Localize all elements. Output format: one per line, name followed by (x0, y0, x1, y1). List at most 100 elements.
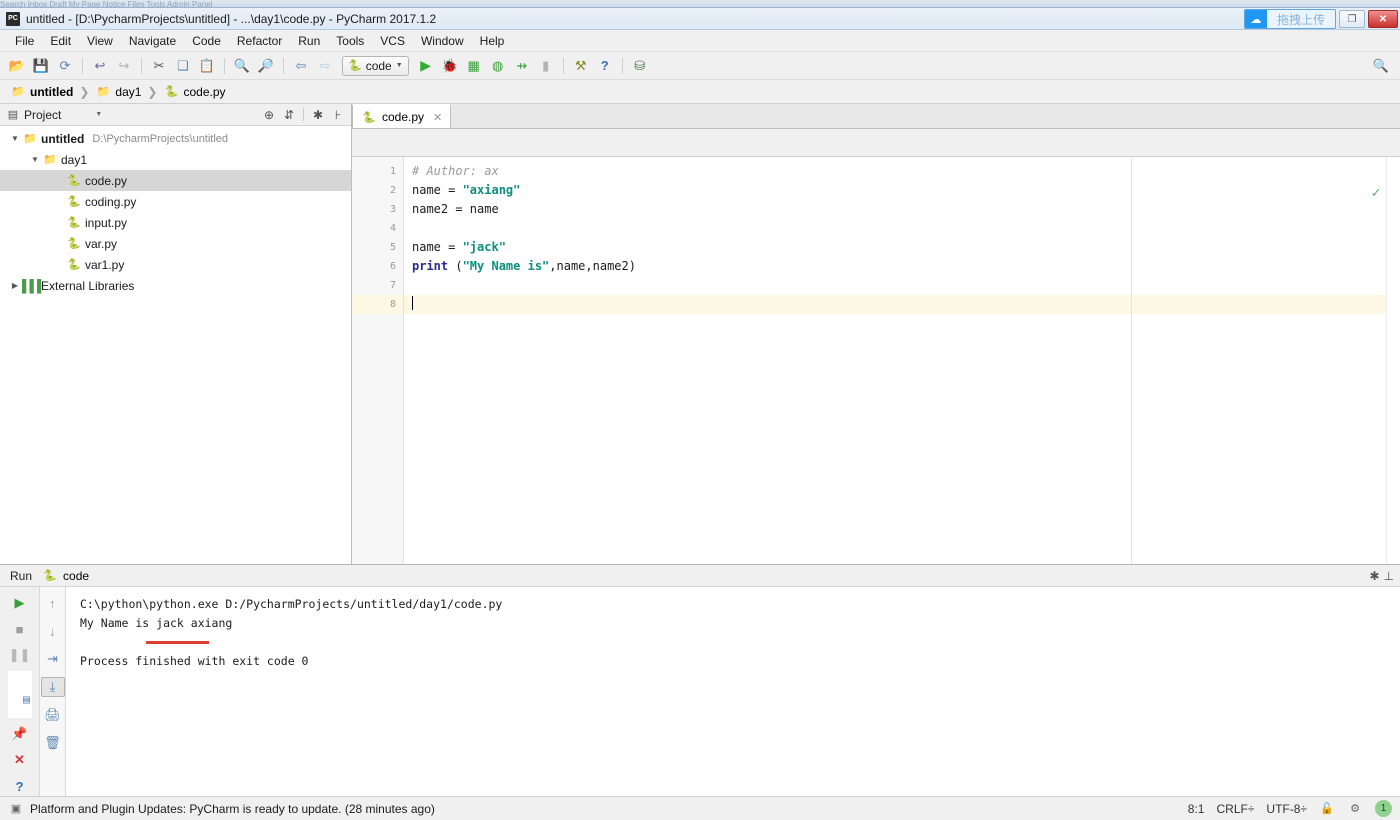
red-underline-annotation (146, 641, 209, 644)
tree-row-input-py[interactable]: ▸ 🐍 input.py (0, 212, 351, 233)
down-arrow-icon[interactable]: ↓ (41, 621, 65, 641)
coverage-icon[interactable]: ▦ (463, 55, 485, 77)
tree-row-coding-py[interactable]: ▸ 🐍 coding.py (0, 191, 351, 212)
cut-icon[interactable]: ✂ (148, 55, 170, 77)
attach-icon[interactable]: ⇸ (511, 55, 533, 77)
debug-icon[interactable]: 🐞 (439, 55, 461, 77)
menu-file[interactable]: File (8, 32, 41, 50)
hide-panel-icon[interactable]: ⊥ (1384, 569, 1394, 583)
inspection-ok-check-icon[interactable]: ✓ (1372, 185, 1380, 201)
code-line-5: name = "jack" (404, 238, 1386, 257)
menu-navigate[interactable]: Navigate (122, 32, 183, 50)
chevron-down-icon[interactable]: ▼ (95, 111, 102, 118)
undo-icon[interactable]: ↩ (89, 55, 111, 77)
soft-wrap-icon[interactable]: ⇥ (41, 649, 65, 669)
redo-icon[interactable]: ↪ (113, 55, 135, 77)
tree-row-untitled[interactable]: ▼ 📁 untitled D:\PycharmProjects\untitled (0, 128, 351, 149)
help-icon[interactable]: ? (594, 55, 616, 77)
python-icon: 🐍 (362, 111, 376, 124)
locate-target-icon[interactable]: ⊕ (260, 108, 278, 122)
menu-window[interactable]: Window (414, 32, 471, 50)
tree-row-code-py[interactable]: ▸ 🐍 code.py (0, 170, 351, 191)
search-everywhere-icon[interactable]: 🔍 (1370, 55, 1392, 77)
save-all-icon[interactable]: 💾 (30, 55, 52, 77)
chevron-expanded-icon[interactable]: ▼ (28, 155, 42, 164)
folder-icon: 📁 (43, 154, 57, 166)
copy-icon[interactable]: ❏ (172, 55, 194, 77)
breadcrumb-item-day1[interactable]: 📁 day1 (95, 84, 142, 99)
menu-code[interactable]: Code (185, 32, 228, 50)
rerun-icon[interactable]: ▶ (8, 593, 32, 613)
code-text-area[interactable]: # Author: ax name = "axiang" name2 = nam… (404, 157, 1386, 564)
stop-icon[interactable]: ▮ (535, 55, 557, 77)
clear-all-icon[interactable]: 🗑 (41, 733, 65, 753)
tree-indent-spacer: ▸ (52, 176, 66, 185)
notification-badge[interactable]: 1 (1375, 800, 1392, 817)
menu-run[interactable]: Run (291, 32, 327, 50)
close-icon[interactable]: ✕ (433, 111, 442, 124)
breadcrumb-item-code-py[interactable]: 🐍 code.py (163, 85, 226, 99)
menu-view[interactable]: View (80, 32, 120, 50)
pin-tab-icon[interactable]: 📌 (8, 724, 32, 744)
collapse-all-icon[interactable]: ⇵ (280, 108, 298, 122)
run-panel-tab-code[interactable]: 🐍 code (42, 569, 89, 583)
menu-refactor[interactable]: Refactor (230, 32, 289, 50)
profile-icon[interactable]: ◍ (487, 55, 509, 77)
menu-help[interactable]: Help (473, 32, 512, 50)
tree-row-var1-py[interactable]: ▸ 🐍 var1.py (0, 254, 351, 275)
vcs-update-icon[interactable]: ⛁ (629, 55, 651, 77)
text-caret (412, 296, 413, 310)
lock-icon[interactable]: 🔓 (1319, 802, 1335, 815)
close-button[interactable]: ✕ (1368, 10, 1398, 28)
tree-row-external-libraries[interactable]: ▶ ▌▌▌ External Libraries (0, 275, 351, 296)
settings-gear-icon[interactable]: ✱ (309, 108, 327, 122)
event-log-icon[interactable]: ▣ (8, 802, 24, 815)
open-icon[interactable]: 📂 (6, 55, 28, 77)
run-settings-gear-icon[interactable]: ✱ (1369, 569, 1379, 583)
inspector-icon[interactable]: ⚙ (1347, 802, 1363, 815)
pycharm-window: Search Inbox Draft My Page Notice Files … (0, 0, 1400, 820)
hide-panel-icon[interactable]: ⊦ (329, 108, 347, 122)
maximize-button[interactable]: ❐ (1339, 10, 1365, 28)
console-icon[interactable]: ▤ (7, 671, 32, 718)
menu-edit[interactable]: Edit (43, 32, 78, 50)
forward-icon[interactable]: ⇨ (314, 55, 336, 77)
close-icon[interactable]: ✕ (8, 750, 32, 770)
pause-icon[interactable]: ❚❚ (8, 645, 32, 665)
help-icon[interactable]: ? (8, 776, 32, 796)
find-icon[interactable]: 🔍 (231, 55, 253, 77)
netdisk-upload-widget[interactable]: ☁ 拖拽上传 (1243, 9, 1336, 29)
breadcrumb-label: day1 (115, 84, 142, 99)
menu-vcs[interactable]: VCS (373, 32, 412, 50)
chevron-expanded-icon[interactable]: ▼ (8, 134, 22, 143)
up-arrow-icon[interactable]: ↑ (41, 593, 65, 613)
run-configuration-selector[interactable]: 🐍 code ▼ (342, 55, 409, 76)
sync-icon[interactable]: ⟳ (54, 55, 76, 77)
back-icon[interactable]: ⇦ (290, 55, 312, 77)
line-separator[interactable]: CRLF÷ (1216, 802, 1254, 816)
caret-position[interactable]: 8:1 (1188, 802, 1205, 816)
paste-icon[interactable]: 📋 (196, 55, 218, 77)
editor-scrollbar[interactable] (1386, 157, 1400, 564)
stop-icon[interactable]: ■ (8, 619, 32, 639)
console-output[interactable]: C:\python\python.exe D:/PycharmProjects/… (66, 587, 1400, 796)
project-panel-tools: ⊕ ⇵ ✱ ⊦ (260, 108, 347, 122)
editor-tab-code-py[interactable]: 🐍 code.py ✕ (352, 104, 452, 128)
file-encoding[interactable]: UTF-8÷ (1266, 802, 1307, 816)
breadcrumb-item-untitled[interactable]: 📁 untitled (10, 85, 73, 99)
line-number: 7 (389, 280, 396, 291)
scroll-to-end-icon[interactable]: ⤓ (40, 677, 65, 697)
status-message[interactable]: Platform and Plugin Updates: PyCharm is … (30, 802, 435, 816)
python-icon: 🐍 (164, 86, 179, 98)
settings-wrench-icon[interactable]: ⚒ (570, 55, 592, 77)
run-panel-label: Run (10, 568, 33, 583)
run-icon[interactable]: ▶ (415, 55, 437, 77)
tree-label: var1.py (85, 257, 125, 272)
menu-tools[interactable]: Tools (329, 32, 371, 50)
tree-row-var-py[interactable]: ▸ 🐍 var.py (0, 233, 351, 254)
replace-icon[interactable]: 🔎 (255, 55, 277, 77)
print-icon[interactable]: 🖨 (41, 705, 65, 725)
run-tool-window: Run 🐍 code ✱ ⊥ ▶ ■ ❚❚ ▤ 📌 ✕ ? ↑ ↓ ⇥ ⤓ 🖨 … (0, 564, 1400, 796)
chevron-collapsed-icon[interactable]: ▶ (8, 281, 22, 290)
tree-row-day1[interactable]: ▼ 📁 day1 (0, 149, 351, 170)
